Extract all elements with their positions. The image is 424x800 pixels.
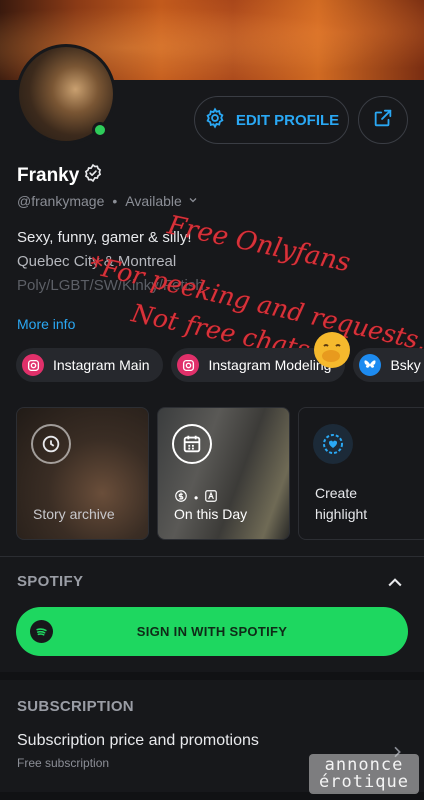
availability-dropdown[interactable]: Available	[125, 193, 199, 209]
instagram-icon	[22, 354, 44, 376]
username: @frankymage	[17, 193, 105, 209]
link-instagram-main[interactable]: Instagram Main	[16, 348, 164, 382]
gear-icon	[204, 107, 226, 133]
subscription-row-title: Subscription price and promotions	[17, 732, 259, 749]
edit-profile-button[interactable]: EDIT PROFILE	[194, 96, 349, 144]
collapse-chevron-up-icon[interactable]	[385, 573, 405, 598]
social-links: Instagram Main Instagram Modeling Bsky	[16, 348, 424, 382]
bluesky-icon	[359, 354, 382, 376]
highlights-row: Story archive • On this Day Create highl…	[16, 407, 424, 540]
subscription-row-subtitle: Free subscription	[17, 756, 110, 770]
verified-badge-icon	[83, 163, 103, 189]
history-clock-icon	[31, 424, 71, 464]
link-bsky[interactable]: Bsky	[353, 348, 424, 382]
create-label-line2: highlight	[315, 506, 368, 522]
sign-in-spotify-button[interactable]: SIGN IN WITH SPOTIFY	[16, 607, 408, 656]
subscription-section-title: SUBSCRIPTION	[17, 698, 134, 715]
share-button[interactable]	[358, 96, 408, 144]
calendar-icon	[172, 424, 212, 464]
highlight-create[interactable]: Create highlight	[298, 407, 424, 540]
watermark-logo: annonce érotique	[309, 754, 419, 794]
edit-profile-label: EDIT PROFILE	[235, 111, 340, 129]
highlight-story-archive[interactable]: Story archive	[16, 407, 149, 540]
highlight-label: Story archive	[33, 506, 115, 522]
more-info-link[interactable]: More info	[17, 316, 75, 332]
create-label-line1: Create	[315, 485, 358, 501]
chevron-down-icon	[187, 193, 199, 209]
meta-dot: •	[194, 490, 199, 505]
highlight-label: On this Day	[174, 506, 248, 522]
share-icon	[372, 107, 394, 134]
highlight-label: Create highlight	[315, 483, 367, 525]
separator-dot: •	[112, 193, 118, 209]
spotify-section-title: SPOTIFY	[17, 573, 84, 590]
section-separator	[0, 672, 424, 680]
divider	[0, 556, 424, 557]
display-name: Franky	[17, 165, 80, 186]
create-highlight-icon	[313, 424, 353, 464]
spotify-icon	[30, 620, 53, 643]
link-label: Instagram Modeling	[208, 357, 332, 373]
highlight-on-this-day[interactable]: • On this Day	[157, 407, 290, 540]
online-status-indicator	[92, 122, 108, 138]
link-label: Bsky	[390, 357, 421, 373]
availability-label: Available	[125, 193, 182, 209]
profile-name: Franky	[17, 163, 103, 189]
link-label: Instagram Main	[53, 357, 150, 373]
hand-over-mouth-emoji-icon	[314, 332, 350, 368]
instagram-icon	[177, 354, 200, 376]
watermark-line2: érotique	[319, 772, 409, 792]
spotify-button-label: SIGN IN WITH SPOTIFY	[136, 624, 288, 639]
profile-handle-row: @frankymage • Available	[17, 193, 199, 209]
